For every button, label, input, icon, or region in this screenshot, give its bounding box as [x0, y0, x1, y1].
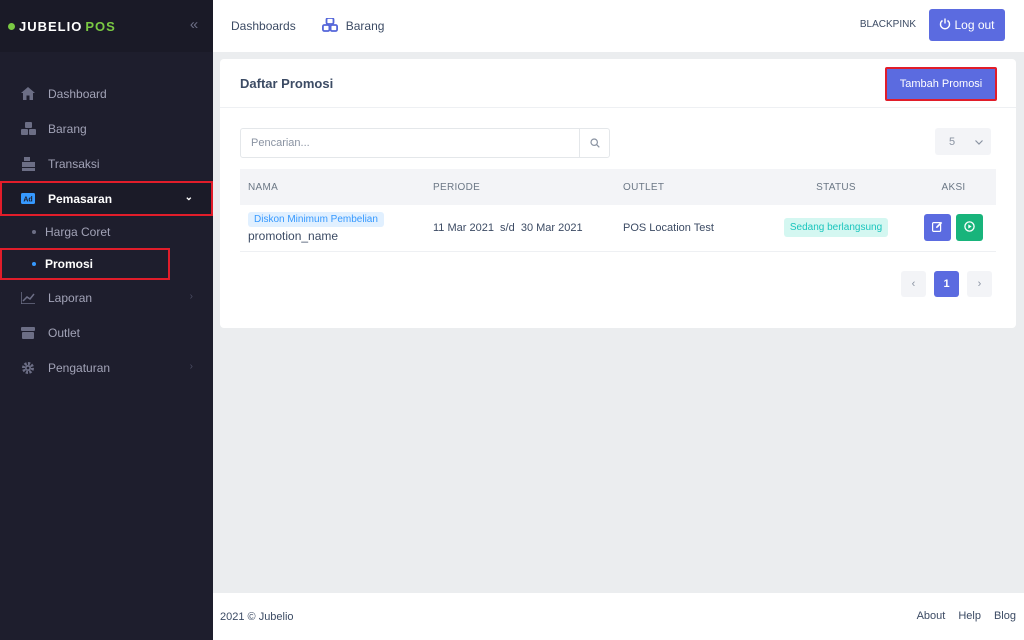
promotion-list-card: Daftar Promosi Tambah Promosi 5 NAMA PER… [220, 59, 1016, 328]
sidebar-subitem-promosi[interactable]: Promosi [0, 248, 170, 280]
topbar-link-label: Barang [345, 19, 385, 33]
sidebar-item-pengaturan[interactable]: Pengaturan › [0, 350, 213, 385]
store-icon [20, 325, 36, 341]
brand-suffix: POS [85, 18, 116, 34]
home-icon [20, 86, 36, 102]
bullet-icon [32, 262, 36, 266]
footer-links: About Help Blog [904, 610, 1016, 622]
promotion-table: NAMA PERIODE OUTLET STATUS AKSI Diskon M… [240, 169, 996, 252]
column-header-aksi: AKSI [941, 181, 966, 193]
sidebar-item-dashboard[interactable]: Dashboard [0, 76, 213, 111]
footer-link-blog[interactable]: Blog [994, 610, 1016, 622]
pagination-next-button[interactable]: › [967, 271, 992, 297]
per-page-select[interactable]: 5 [935, 128, 991, 155]
chart-line-icon [20, 290, 36, 306]
brand-dot-icon [8, 22, 15, 30]
bullet-icon [32, 230, 36, 234]
sidebar-nav: Dashboard Barang Transaksi Ad Pemasaran … [0, 76, 213, 385]
per-page-value: 5 [949, 135, 956, 148]
chevron-down-icon: ⌄ [184, 192, 193, 203]
edit-icon [931, 221, 943, 235]
table-row: Diskon Minimum Pembelian promotion_name … [240, 205, 996, 251]
column-header-outlet[interactable]: OUTLET [623, 169, 761, 205]
search-icon[interactable] [579, 129, 609, 157]
pagination-prev-button[interactable]: ‹ [901, 271, 926, 297]
sidebar-item-pemasaran[interactable]: Ad Pemasaran ⌄ [0, 181, 213, 216]
sidebar-item-label: Pemasaran [48, 191, 113, 206]
sidebar-subitem-label: Harga Coret [45, 225, 111, 239]
sidebar-item-label: Barang [48, 121, 87, 136]
sidebar-item-label: Transaksi [48, 156, 100, 171]
sidebar-subitem-label: Promosi [45, 257, 94, 271]
page-title: Daftar Promosi [240, 75, 334, 91]
chevron-down-icon [975, 136, 983, 148]
copyright-text: 2021 © Jubelio [220, 610, 294, 623]
sidebar-item-laporan[interactable]: Laporan › [0, 280, 213, 315]
table-header-row: NAMA PERIODE OUTLET STATUS AKSI [240, 169, 996, 205]
cell-nama: Diskon Minimum Pembelian promotion_name [240, 205, 433, 251]
edit-button[interactable] [923, 214, 951, 242]
topbar: Dashboards Barang BLACKPINK Log out [213, 0, 1024, 52]
gear-icon [20, 360, 36, 376]
brand-name: JUBELIO [19, 18, 83, 34]
logout-label: Log out [954, 18, 995, 32]
topbar-link-label: Dashboards [231, 19, 296, 33]
logout-button[interactable]: Log out [929, 9, 1005, 41]
search-box [240, 128, 610, 158]
collapse-sidebar-icon[interactable]: « [186, 17, 202, 33]
cell-periode: 11 Mar 2021 s/d 30 Mar 2021 [433, 221, 583, 234]
pagination: ‹ 1 › [893, 271, 992, 297]
sidebar-item-label: Outlet [48, 325, 81, 340]
sidebar-item-transaksi[interactable]: Transaksi [0, 146, 213, 181]
search-input[interactable] [241, 129, 579, 157]
sidebar-item-barang[interactable]: Barang [0, 111, 213, 146]
footer-link-about[interactable]: About [917, 610, 946, 622]
pagination-page-button[interactable]: 1 [934, 271, 959, 297]
footer: 2021 © Jubelio About Help Blog [213, 593, 1024, 640]
sidebar-item-label: Laporan [48, 290, 93, 305]
sidebar-item-label: Pengaturan [48, 360, 111, 375]
cubes-icon [20, 121, 36, 137]
brand-logo[interactable]: JUBELIO POS [0, 0, 213, 52]
cell-outlet: POS Location Test [623, 221, 714, 234]
svg-text:Ad: Ad [23, 197, 32, 204]
promotion-name: promotion_name [248, 229, 339, 244]
sidebar-item-outlet[interactable]: Outlet [0, 315, 213, 350]
footer-link-help[interactable]: Help [958, 610, 981, 622]
sidebar-item-label: Dashboard [48, 86, 107, 101]
chevron-right-icon: › [189, 361, 193, 372]
add-promotion-button[interactable]: Tambah Promosi [885, 67, 997, 101]
play-circle-icon [964, 221, 975, 235]
topbar-link-dashboards[interactable]: Dashboards [231, 19, 296, 33]
cubes-icon [321, 16, 338, 35]
status-badge: Sedang berlangsung [783, 218, 889, 238]
cell-status: Sedang berlangsung [761, 205, 911, 251]
activate-button[interactable] [956, 214, 984, 242]
topbar-link-barang[interactable]: Barang [321, 16, 385, 35]
column-header-nama[interactable]: NAMA [240, 169, 433, 205]
user-name: BLACKPINK [859, 19, 916, 30]
chevron-right-icon: › [189, 291, 193, 302]
promotion-type-badge: Diskon Minimum Pembelian [248, 212, 384, 228]
column-header-periode[interactable]: PERIODE [433, 169, 623, 205]
sidebar: JUBELIO POS « Dashboard Barang Transaksi … [0, 0, 213, 640]
power-icon [939, 18, 951, 33]
cash-register-icon [20, 156, 36, 172]
ad-icon: Ad [20, 191, 36, 207]
sidebar-subitem-harga-coret[interactable]: Harga Coret [0, 216, 213, 248]
column-header-status[interactable]: STATUS [761, 169, 911, 205]
cell-aksi [911, 205, 996, 251]
